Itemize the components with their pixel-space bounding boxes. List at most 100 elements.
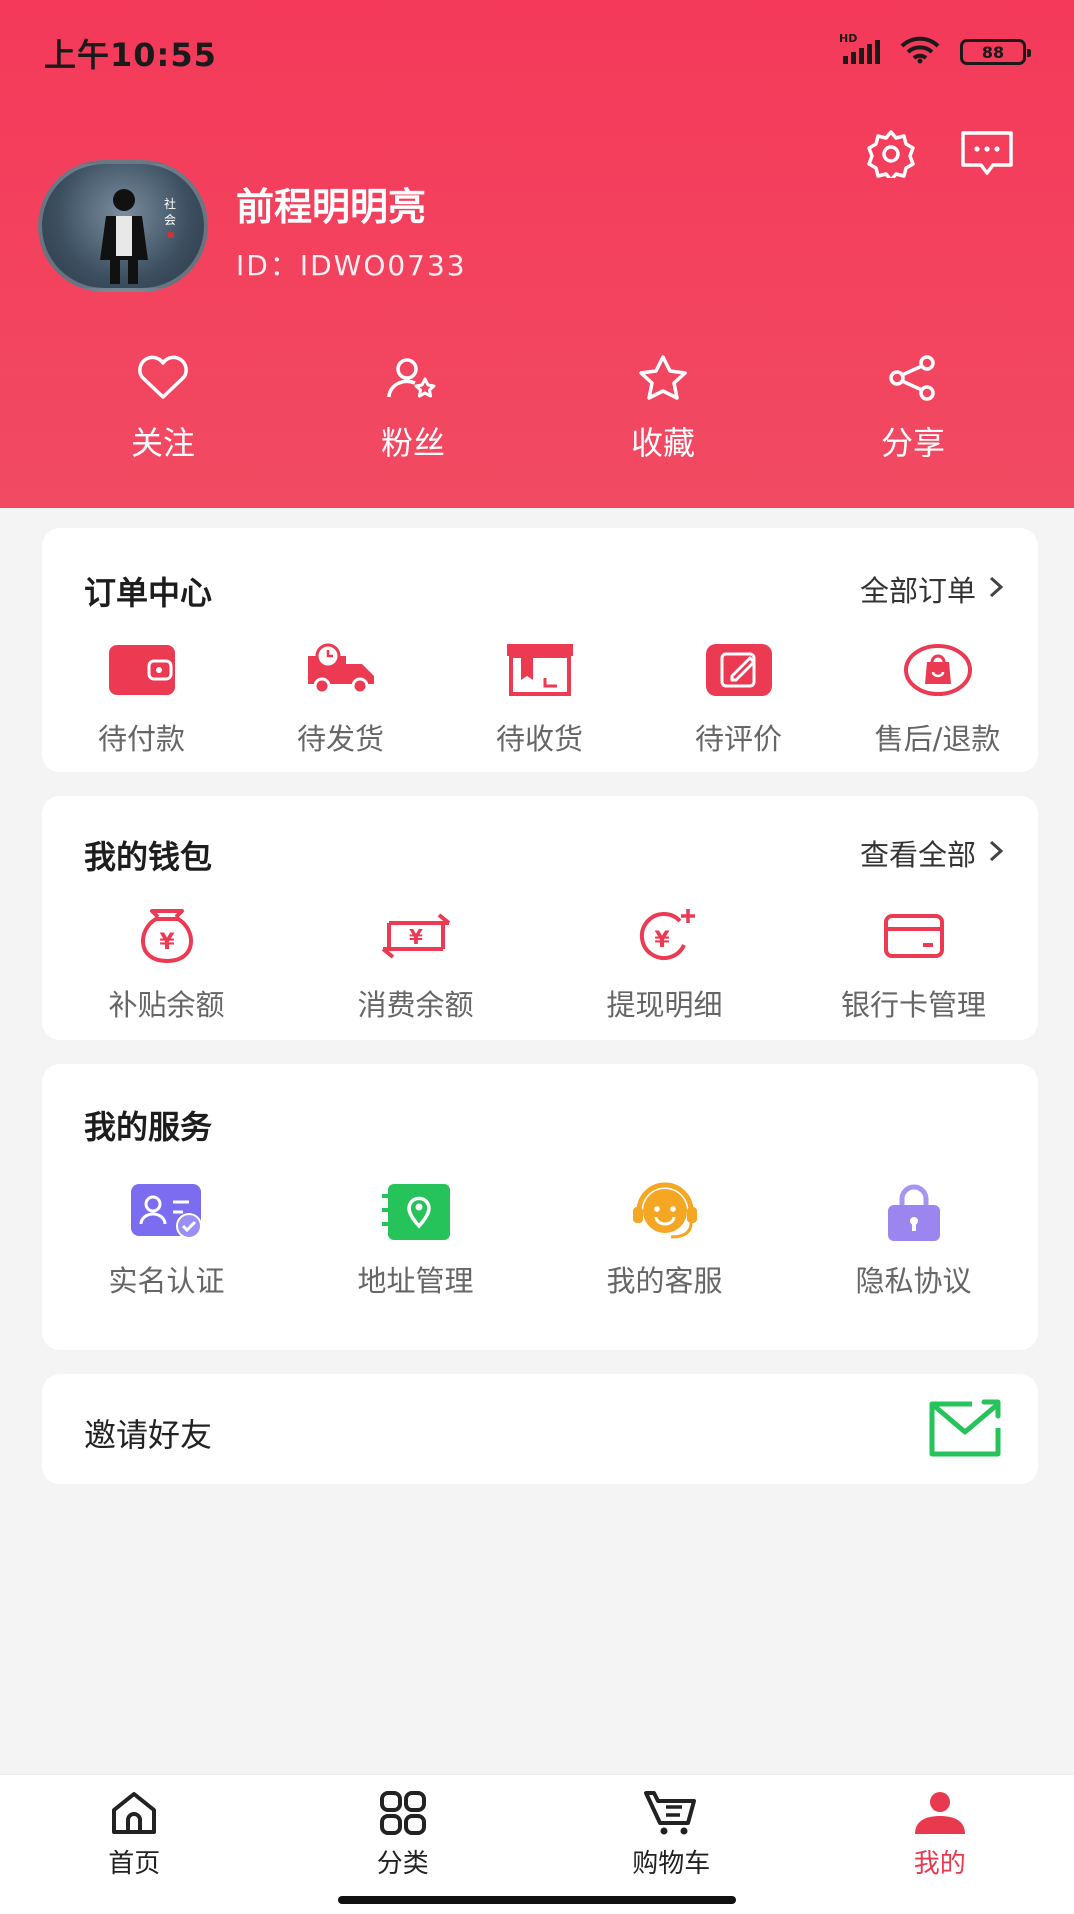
withdraw-icon: ¥	[630, 904, 700, 968]
header-actions	[862, 128, 1016, 182]
truck-icon	[304, 638, 378, 702]
quick-label: 关注	[130, 424, 195, 462]
order-center-card: 订单中心 全部订单 待付款 待发货 待收货 待评价 售后/退款	[42, 528, 1038, 772]
invite-mail-icon	[926, 1396, 1004, 1464]
order-after-sales[interactable]: 售后/退款	[838, 638, 1037, 758]
signal-icon: HD	[839, 32, 880, 64]
settings-button[interactable]	[862, 128, 920, 182]
quick-fans[interactable]: 粉丝	[288, 352, 538, 464]
order-status-label: 待收货	[495, 722, 583, 756]
address-icon	[378, 1180, 454, 1244]
exchange-icon: ¥	[379, 904, 453, 968]
tab-label: 分类	[376, 1849, 429, 1879]
wallet-label: 提现明细	[606, 988, 723, 1022]
order-status-label: 待付款	[97, 722, 185, 756]
edit-icon	[704, 638, 774, 702]
wallet-label: 银行卡管理	[840, 988, 986, 1022]
avatar[interactable]: 社 会	[38, 160, 208, 292]
order-pending-review[interactable]: 待评价	[639, 638, 838, 758]
privacy-agreement[interactable]: 隐私协议	[789, 1180, 1038, 1300]
quick-actions: 关注 粉丝 收藏 分享	[0, 352, 1074, 464]
quick-label: 收藏	[630, 424, 695, 462]
consumption-balance[interactable]: ¥ 消费余额	[291, 904, 540, 1024]
svg-text:社: 社	[164, 196, 176, 211]
quick-share[interactable]: 分享	[788, 352, 1038, 464]
tab-label: 购物车	[632, 1849, 711, 1879]
bank-card-management[interactable]: 银行卡管理	[789, 904, 1038, 1024]
wallet-card: 我的钱包 查看全部 ¥ 补贴余额 ¥ 消费余额 ¥ 提现明细 银行卡管理	[42, 796, 1038, 1040]
category-icon	[378, 1789, 428, 1837]
battery-icon: 88	[960, 39, 1031, 65]
quick-favorites[interactable]: 收藏	[538, 352, 788, 464]
heart-icon	[136, 352, 190, 404]
chevron-right-icon	[988, 572, 1004, 606]
order-pending-shipment[interactable]: 待发货	[241, 638, 440, 758]
status-icons: HD 88	[839, 32, 1031, 68]
invite-friends-row[interactable]: 邀请好友	[42, 1374, 1038, 1484]
wifi-icon	[900, 36, 940, 68]
order-status-row: 待付款 待发货 待收货 待评价 售后/退款	[42, 638, 1038, 758]
view-all-wallet-link[interactable]: 查看全部	[860, 832, 1004, 874]
username: 前程明明亮	[236, 185, 427, 229]
order-status-label: 待评价	[694, 722, 782, 756]
services-row: 实名认证 地址管理 我的客服 隐私协议	[42, 1180, 1038, 1300]
star-icon	[636, 352, 690, 404]
tab-home[interactable]: 首页	[0, 1775, 269, 1914]
wallet-label: 消费余额	[357, 988, 474, 1022]
subsidy-balance[interactable]: ¥ 补贴余额	[42, 904, 291, 1024]
tab-profile[interactable]: 我的	[806, 1775, 1074, 1914]
tab-label: 我的	[913, 1849, 966, 1879]
message-button[interactable]	[958, 128, 1016, 182]
svg-text:¥: ¥	[654, 928, 670, 953]
order-pending-receipt[interactable]: 待收货	[440, 638, 639, 758]
quick-follow[interactable]: 关注	[38, 352, 288, 464]
order-status-label: 待发货	[296, 722, 384, 756]
svg-text:¥: ¥	[409, 925, 423, 949]
order-center-title: 订单中心	[84, 574, 213, 612]
user-id: ID：IDWO0733	[236, 249, 467, 282]
refund-bag-icon	[903, 638, 973, 702]
battery-level: 88	[981, 42, 1005, 62]
order-pending-payment[interactable]: 待付款	[42, 638, 241, 758]
customer-service-icon	[627, 1180, 703, 1244]
services-title: 我的服务	[84, 1108, 213, 1146]
customer-service[interactable]: 我的客服	[540, 1180, 789, 1300]
view-all-label: 查看全部	[859, 838, 976, 872]
invite-label: 邀请好友	[84, 1416, 213, 1454]
address-management[interactable]: 地址管理	[291, 1180, 540, 1300]
gear-icon	[866, 128, 916, 182]
order-status-label: 售后/退款	[874, 722, 1001, 756]
wallet-row: ¥ 补贴余额 ¥ 消费余额 ¥ 提现明细 银行卡管理	[42, 904, 1038, 1024]
wallet-label: 补贴余额	[108, 988, 225, 1022]
status-bar: 上午10:55 HD 88	[0, 0, 1074, 100]
home-icon	[108, 1789, 160, 1837]
all-orders-link[interactable]: 全部订单	[860, 568, 1004, 610]
quick-label: 粉丝	[380, 424, 445, 462]
message-icon	[959, 129, 1015, 181]
chevron-right-icon	[988, 836, 1004, 870]
svg-text:¥: ¥	[159, 930, 175, 955]
service-label: 隐私协议	[855, 1264, 972, 1298]
all-orders-label: 全部订单	[859, 574, 976, 608]
share-icon	[885, 352, 941, 404]
bank-card-icon	[883, 904, 945, 968]
cart-icon	[644, 1789, 698, 1837]
wallet-icon	[107, 638, 177, 702]
real-name-verification[interactable]: 实名认证	[42, 1180, 291, 1300]
service-label: 实名认证	[108, 1264, 225, 1298]
money-bag-icon: ¥	[132, 904, 202, 968]
package-icon	[505, 638, 575, 702]
tab-category[interactable]: 分类	[269, 1775, 538, 1914]
status-time: 上午10:55	[44, 36, 217, 74]
wallet-title: 我的钱包	[84, 838, 213, 876]
service-label: 我的客服	[606, 1264, 723, 1298]
svg-text:会: 会	[164, 213, 176, 227]
lock-icon	[882, 1180, 946, 1244]
tab-label: 首页	[108, 1849, 161, 1879]
home-indicator	[338, 1896, 736, 1904]
tab-cart[interactable]: 购物车	[537, 1775, 806, 1914]
quick-label: 分享	[880, 424, 945, 462]
service-label: 地址管理	[357, 1264, 474, 1298]
withdrawal-details[interactable]: ¥ 提现明细	[540, 904, 789, 1024]
network-type: HD	[839, 32, 858, 45]
